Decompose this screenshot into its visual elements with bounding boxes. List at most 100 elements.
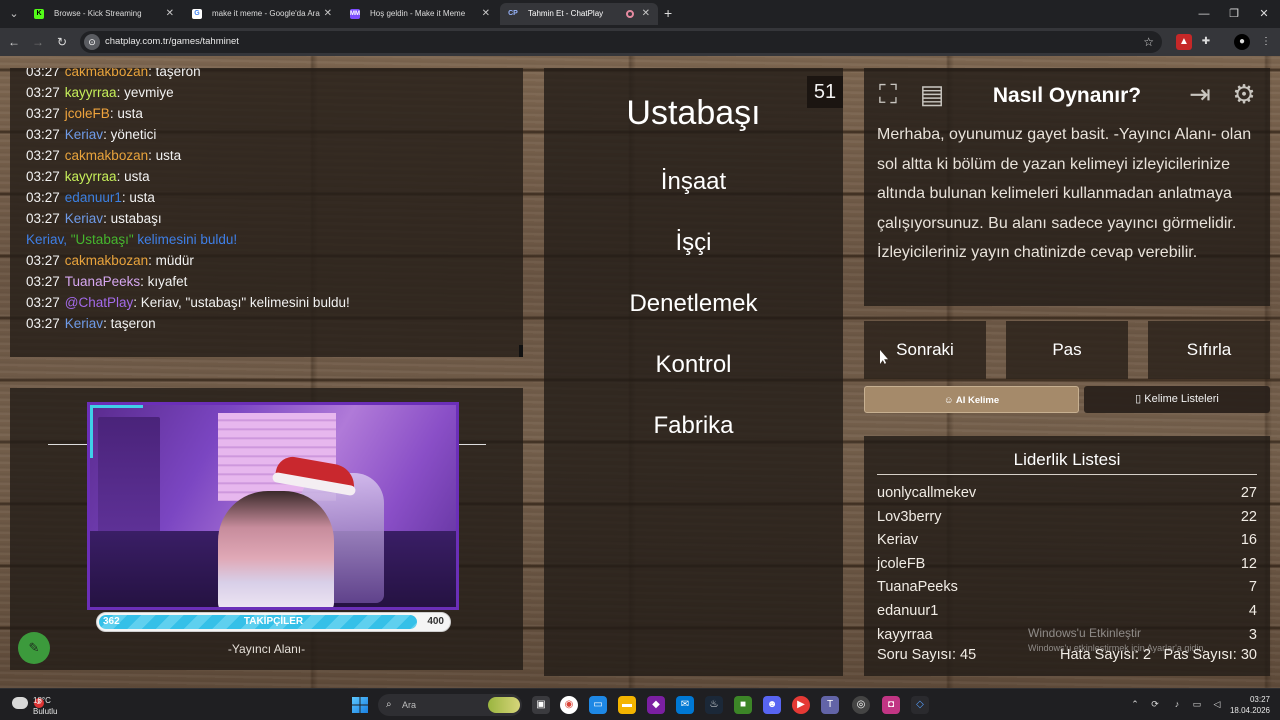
network-icon[interactable]: ▭ [1190, 697, 1204, 711]
robot-icon: ☺ [943, 395, 956, 406]
chat-time: 03:27 [26, 106, 60, 121]
chat-time: 03:27 [26, 169, 60, 184]
monitor-app-icon[interactable]: ▭ [589, 696, 607, 714]
url-text[interactable]: chatplay.com.tr/games/tahminet [105, 31, 239, 53]
chat-username[interactable]: kayyrraa [65, 169, 117, 184]
profile-avatar-icon[interactable]: ● [1234, 34, 1250, 50]
teams-icon[interactable]: T [821, 696, 839, 714]
more-menu-icon[interactable]: ⋮ [1258, 34, 1274, 50]
obs-icon[interactable]: ◎ [852, 696, 870, 714]
chat-username[interactable]: jcoleFB [65, 106, 110, 121]
chat-username[interactable]: Keriav [65, 211, 103, 226]
notes-icon[interactable]: ▤ [916, 78, 948, 110]
windows-start-icon[interactable] [352, 697, 368, 713]
chat-username[interactable]: Keriav [65, 316, 103, 331]
system-clock[interactable]: 03:27 18.04.2026 [1230, 694, 1270, 716]
chat-text: : Keriav, "ustabaşı" kelimesini buldu! [133, 295, 350, 310]
chat-username[interactable]: @ChatPlay [65, 295, 133, 310]
forward-icon[interactable]: → [28, 32, 48, 52]
taboo-word: Kontrol [655, 351, 732, 378]
new-tab-icon[interactable]: + [664, 4, 680, 22]
search-highlight-image [488, 697, 520, 713]
question-count: Soru Sayısı: 45 [877, 647, 977, 663]
media-player-icon[interactable]: ▶ [792, 696, 810, 714]
taskbar-search[interactable]: ⌕ Ara [378, 694, 522, 716]
close-icon[interactable]: ✕ [482, 3, 490, 25]
player-name: kayyrraa [877, 626, 933, 643]
chat-username[interactable]: kayyrraa [65, 85, 117, 100]
chat-username[interactable]: Keriav [65, 127, 103, 142]
mim-icon: MM [350, 9, 360, 19]
tray-sync-icon[interactable]: ⟳ [1148, 697, 1162, 711]
cam-frame-corner [90, 405, 143, 408]
player-name: uonlycallmekev [877, 485, 977, 501]
next-button[interactable]: Sonraki [864, 321, 986, 379]
volume-icon[interactable]: ◁ [1210, 697, 1224, 711]
store-icon[interactable]: ◆ [647, 696, 665, 714]
chat-system-message: Keriav, "Ustabaşı" kelimesini buldu! [26, 232, 238, 247]
back-icon[interactable]: ← [4, 32, 24, 52]
file-explorer-icon[interactable]: ▬ [618, 696, 636, 714]
chat-message: 03:27 @ChatPlay: Keriav, "ustabaşı" kelim… [26, 292, 523, 313]
pass-button[interactable]: Pas [1006, 321, 1128, 379]
tab-google[interactable]: G make it meme - Google'da Ara ✕ [184, 3, 340, 25]
chat-time: 03:27 [26, 127, 60, 142]
settings-gear-icon[interactable]: ⚙ [1228, 78, 1260, 110]
logout-icon[interactable]: ⇥ [1184, 78, 1216, 110]
fullscreen-icon[interactable]: ⛶ [872, 78, 904, 110]
chat-username[interactable]: edanuur1 [65, 190, 122, 205]
reset-button[interactable]: Sıfırla [1148, 321, 1270, 379]
tab-search-icon[interactable]: ⌄ [4, 4, 24, 24]
reload-icon[interactable]: ↻ [52, 32, 72, 52]
close-icon[interactable]: ✕ [324, 3, 332, 25]
chat-text: : müdür [148, 253, 194, 268]
chat-text: : yönetici [103, 127, 157, 142]
close-icon[interactable]: ✕ [642, 3, 650, 25]
tray-chevron-icon[interactable]: ⌃ [1128, 697, 1142, 711]
mail-icon[interactable]: ✉ [676, 696, 694, 714]
followers-progress-bar: 362 TAKİPÇİLER 400 [96, 612, 451, 632]
minimize-icon[interactable]: — [1194, 4, 1214, 24]
app-icon[interactable]: ◇ [911, 696, 929, 714]
bookmark-star-icon[interactable]: ☆ [1143, 31, 1154, 53]
taboo-word: Denetlemek [629, 290, 758, 317]
chat-time: 03:27 [26, 68, 60, 79]
site-info-icon[interactable]: ⊙ [84, 34, 100, 50]
restore-icon[interactable]: ❐ [1224, 4, 1244, 24]
tab-chatplay[interactable]: CP Tahmin Et - ChatPlay ✕ [500, 3, 658, 25]
chat-text: : ustabaşı [103, 211, 162, 226]
tab-kick[interactable]: K Browse - Kick Streaming ✕ [26, 3, 182, 25]
tab-title: Browse - Kick Streaming [54, 9, 142, 18]
leaderboard-row: uonlycallmekev 27 [877, 485, 1257, 508]
tab-make-it-meme[interactable]: MM Hoş geldin - Make it Meme ✕ [342, 3, 498, 25]
minecraft-icon[interactable]: ■ [734, 696, 752, 714]
address-bar[interactable]: ⊙ chatplay.com.tr/games/tahminet ☆ [80, 31, 1162, 53]
close-icon[interactable]: ✕ [166, 3, 174, 25]
extension-icon[interactable]: ▲ [1176, 34, 1192, 50]
chat-scrollbar[interactable] [519, 345, 523, 357]
instagram-icon[interactable]: ◘ [882, 696, 900, 714]
extensions-puzzle-icon[interactable]: ✚ [1198, 34, 1214, 50]
chat-username[interactable]: cakmakbozan [65, 68, 148, 79]
leaderboard-row: Keriav 16 [877, 532, 1257, 555]
steam-icon[interactable]: ♨ [705, 696, 723, 714]
chrome-icon[interactable]: ◉ [560, 696, 578, 714]
task-view-icon[interactable]: ▣ [532, 696, 550, 714]
chat-username[interactable]: cakmakbozan [65, 148, 148, 163]
clock-date: 18.04.2026 [1229, 706, 1270, 715]
chat-list-1: 03:27 cakmakbozan: taşeron 03:27 kayyrraa: … [26, 68, 523, 229]
chat-message: 03:27 jcoleFB: usta [26, 103, 523, 124]
microphone-icon[interactable]: ♪ [1170, 697, 1184, 711]
close-window-icon[interactable]: ✕ [1254, 4, 1274, 24]
search-placeholder: Ara [402, 700, 417, 710]
target-word: Ustabaşı [626, 94, 761, 132]
recording-icon [626, 10, 634, 18]
chat-username[interactable]: cakmakbozan [65, 253, 148, 268]
clock-time: 03:27 [1249, 695, 1270, 704]
chat-username[interactable]: TuanaPeeks [65, 274, 140, 289]
discord-icon[interactable]: ☻ [763, 696, 781, 714]
word-lists-button[interactable]: ▯ Kelime Listeleri [1084, 386, 1270, 413]
ai-word-button[interactable]: ☺ AI Kelime [864, 386, 1079, 413]
leaderboard-row: edanuur1 4 [877, 603, 1257, 626]
taboo-word: İşçi [675, 229, 712, 256]
